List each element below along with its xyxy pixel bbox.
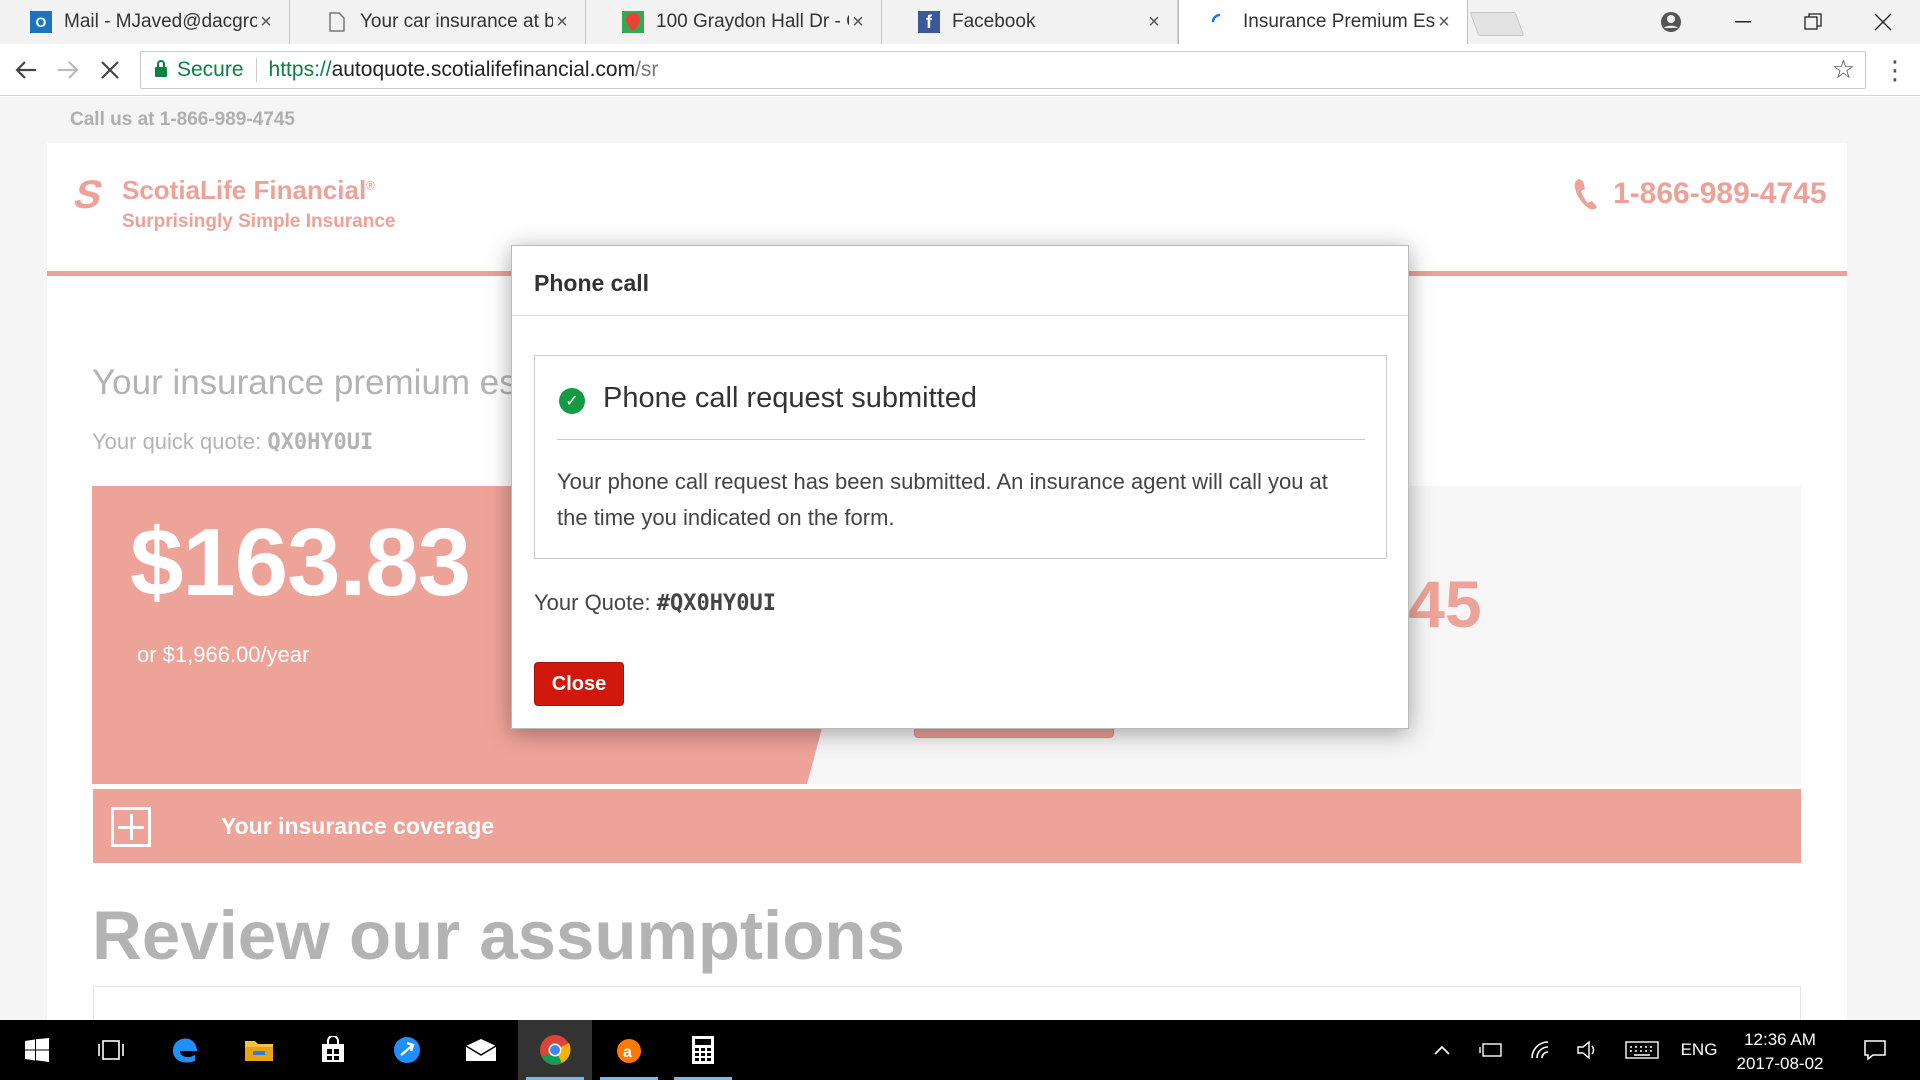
start-icon[interactable] — [0, 1020, 74, 1080]
your-quote-label: Your Quote: — [534, 590, 651, 615]
tray-chevron-icon[interactable] — [1428, 1020, 1456, 1080]
mail-icon[interactable] — [444, 1020, 518, 1080]
forward-arrow-icon[interactable] — [50, 52, 86, 88]
browser-toolbar: Secure https:// autoquote.scotialifefina… — [0, 44, 1920, 96]
tab-maps[interactable]: 100 Graydon Hall Dr - Google × — [592, 0, 882, 44]
close-tab-icon[interactable]: × — [257, 11, 275, 34]
tab-car-insurance[interactable]: Your car insurance at below × — [296, 0, 586, 44]
tab-insurance-premium[interactable]: Insurance Premium Estimate × — [1178, 0, 1468, 44]
clock-time: 12:36 AM — [1744, 1030, 1816, 1049]
maps-icon — [622, 11, 644, 33]
success-title: Phone call request submitted — [603, 382, 977, 414]
close-tab-icon[interactable]: × — [849, 11, 867, 34]
windows-taskbar: a ENG 12:36 AM 2017-08-02 — [0, 1020, 1920, 1080]
clock-date: 2017-08-02 — [1736, 1054, 1824, 1073]
success-message: Your phone call request has been submitt… — [557, 469, 1328, 530]
remote-tool-icon[interactable] — [370, 1020, 444, 1080]
divider — [557, 439, 1365, 440]
restore-icon[interactable] — [1778, 0, 1848, 44]
browser-menu-icon[interactable]: ⋮ — [1880, 52, 1910, 88]
keyboard-icon[interactable] — [1622, 1020, 1662, 1080]
tab-title: Your car insurance at below — [360, 11, 553, 32]
url-host: autoquote.scotialifefinancial.com — [331, 58, 636, 81]
phone-call-modal: Phone call ✓ Phone call request submitte… — [511, 245, 1409, 729]
bookmark-star-icon[interactable]: ☆ — [1832, 54, 1855, 85]
success-alert: ✓ Phone call request submitted Your phon… — [534, 355, 1387, 559]
close-window-icon[interactable] — [1848, 0, 1918, 44]
wifi-icon[interactable] — [1526, 1020, 1558, 1080]
profile-icon[interactable] — [1636, 0, 1706, 44]
edge-icon[interactable] — [148, 1020, 222, 1080]
page-content: Call us at 1-866-989-4745 S ScotiaLife F… — [0, 97, 1920, 1020]
store-icon[interactable] — [296, 1020, 370, 1080]
url-scheme: https:// — [268, 58, 332, 81]
back-arrow-icon[interactable] — [8, 52, 44, 88]
outlook-icon: O — [30, 11, 52, 33]
facebook-icon: f — [918, 11, 940, 33]
chrome-icon[interactable] — [518, 1020, 592, 1080]
tab-title: Insurance Premium Estimate — [1243, 11, 1435, 32]
task-view-icon[interactable] — [74, 1020, 148, 1080]
stop-loading-icon[interactable] — [92, 52, 128, 88]
calculator-icon[interactable] — [666, 1020, 740, 1080]
svg-text:a: a — [623, 1044, 632, 1061]
url-path: /sr — [635, 58, 659, 81]
tab-mail[interactable]: O Mail - MJaved@dacgroup × — [0, 0, 290, 44]
loading-spinner-icon — [1209, 11, 1231, 33]
tab-title: Facebook — [952, 11, 1036, 32]
close-button[interactable]: Close — [534, 662, 624, 706]
tab-facebook[interactable]: f Facebook × — [888, 0, 1178, 44]
your-quote-code: #QX0HY0UI — [656, 591, 776, 616]
clock[interactable]: 12:36 AM 2017-08-02 — [1725, 1028, 1835, 1076]
modal-title: Phone call — [512, 246, 1408, 316]
language-indicator[interactable]: ENG — [1676, 1020, 1722, 1080]
address-bar[interactable]: Secure https:// autoquote.scotialifefina… — [140, 51, 1866, 89]
document-icon — [326, 11, 348, 33]
browser-tab-strip: O Mail - MJaved@dacgroup × Your car insu… — [0, 0, 1920, 44]
close-tab-icon[interactable]: × — [553, 11, 571, 34]
battery-device-icon[interactable] — [1476, 1020, 1508, 1080]
tab-title: Mail - MJaved@dacgroup — [64, 11, 257, 32]
notifications-icon[interactable] — [1852, 1020, 1898, 1080]
check-circle-icon: ✓ — [559, 388, 585, 414]
tab-title: 100 Graydon Hall Dr - Google — [656, 11, 849, 32]
secure-label: Secure — [177, 58, 257, 82]
file-explorer-icon[interactable] — [222, 1020, 296, 1080]
volume-icon[interactable] — [1572, 1020, 1604, 1080]
your-quote: Your Quote: #QX0HY0UI — [534, 590, 776, 616]
close-tab-icon[interactable]: × — [1145, 11, 1163, 34]
new-tab-button[interactable] — [1469, 12, 1525, 36]
lock-icon — [155, 60, 167, 77]
avast-icon[interactable]: a — [592, 1020, 666, 1080]
minimize-icon[interactable] — [1708, 0, 1778, 44]
close-tab-icon[interactable]: × — [1435, 11, 1453, 34]
